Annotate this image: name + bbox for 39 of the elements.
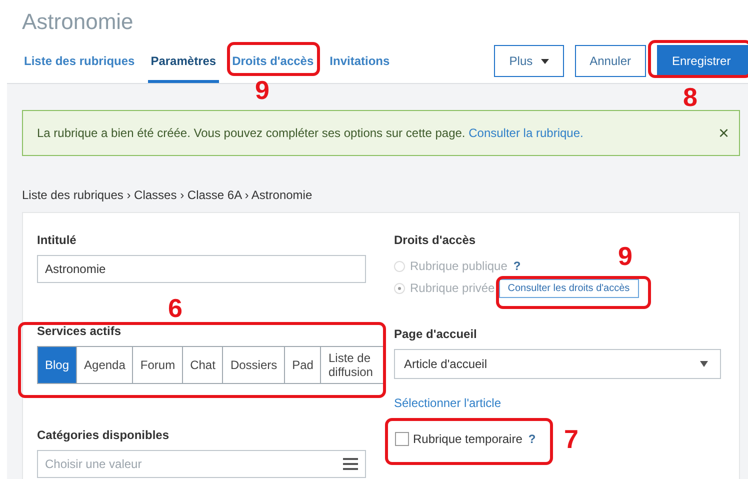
step-number: 7	[564, 426, 578, 452]
page-title: Astronomie	[22, 8, 134, 36]
close-icon[interactable]: ×	[718, 126, 729, 140]
tab[interactable]: Liste des rubriques	[22, 46, 138, 82]
home-page-select[interactable]: Article d'accueil	[394, 349, 721, 379]
service-toggle[interactable]: Dossiers	[222, 347, 284, 383]
help-icon[interactable]: ?	[528, 432, 536, 446]
step-number: 6	[168, 295, 182, 321]
save-button[interactable]: Enregistrer	[657, 45, 748, 77]
breadcrumb: Liste des rubriques › Classes › Classe 6A › Astronomie	[22, 188, 314, 202]
service-toggle[interactable]: Chat	[182, 347, 222, 383]
radio-label: Rubrique publique	[410, 259, 508, 273]
service-toggle[interactable]: Pad	[284, 347, 320, 383]
step-number: 9	[618, 243, 632, 269]
tab[interactable]: Invitations	[326, 46, 393, 82]
field-label: Catégories disponibles	[37, 428, 170, 442]
view-link[interactable]: Consulter la rubrique.	[468, 126, 584, 140]
caret-icon	[540, 58, 549, 64]
checkbox[interactable]	[395, 432, 409, 446]
field-label: Services actifs	[37, 324, 122, 338]
step-number: 8	[683, 84, 698, 110]
access-rights-button[interactable]: Consulter les droits d'accès	[498, 278, 639, 298]
cancel-button[interactable]: Annuler	[574, 45, 646, 77]
select-article-link[interactable]: Sélectionner l'article	[394, 396, 502, 410]
field-label: Intitulé	[37, 233, 78, 247]
alert-message: La rubrique a bien été créée. Vous pouvez compléter ses options sur cette page. Consulter la rubrique.	[37, 126, 584, 140]
more-button[interactable]: Plus	[494, 45, 564, 77]
field-label: Droits d'accès	[394, 233, 477, 247]
service-toggle[interactable]: Liste de diffusion	[320, 347, 384, 383]
step-number: 9	[255, 77, 270, 103]
category-input[interactable]: Choisir une valeur	[37, 450, 366, 478]
checkbox-label: Rubrique temporaire	[413, 432, 522, 446]
service-toggle[interactable]: Forum	[132, 347, 182, 383]
service-toggle[interactable]: Agenda	[76, 347, 132, 383]
title-input[interactable]: Astronomie	[37, 255, 366, 283]
caret-icon	[700, 361, 708, 367]
service-toggle[interactable]: Blog	[38, 347, 76, 383]
field-label: Page d'accueil	[394, 327, 478, 341]
radio-label: Rubrique privée	[410, 281, 495, 295]
